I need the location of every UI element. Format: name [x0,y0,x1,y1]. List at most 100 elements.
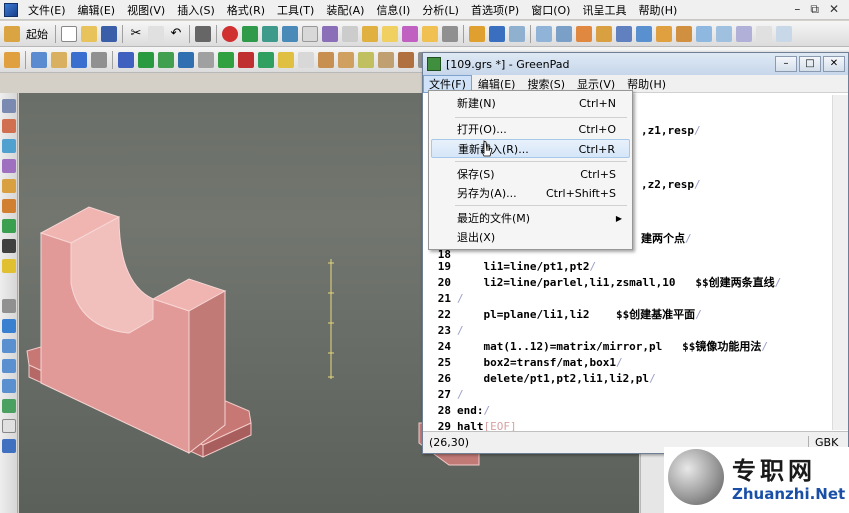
vertical-scrollbar[interactable] [832,95,848,430]
menu-edit[interactable]: 编辑(E) [72,2,122,18]
groove-icon[interactable] [258,51,274,68]
pattern-icon[interactable] [358,51,374,68]
restore-icon[interactable]: ⧉ [810,2,819,17]
part-nav-icon[interactable] [51,51,67,68]
section-icon[interactable] [676,25,692,42]
boss-icon[interactable] [198,51,214,68]
trim-icon[interactable] [398,51,414,68]
menu-item-save[interactable]: 保存(S) Ctrl+S [431,165,630,184]
refresh-icon[interactable] [2,399,16,413]
list-icon[interactable] [118,51,134,68]
pan-icon[interactable] [736,25,752,42]
menu-xuncheng-tools[interactable]: 讯呈工具 [576,2,632,18]
datum-icon[interactable] [2,219,16,233]
right-view-icon[interactable] [2,379,16,393]
menu-window[interactable]: 窗口(O) [525,2,576,18]
extrude-icon[interactable] [138,51,154,68]
sheet-icon[interactable] [2,419,16,433]
minimize-icon[interactable]: – [794,2,800,17]
hammer-icon[interactable] [2,239,16,253]
hole-icon[interactable] [178,51,194,68]
menu-format[interactable]: 格式(R) [221,2,271,18]
menu-assembly[interactable]: 装配(A) [320,2,370,18]
app-icon[interactable] [4,2,18,17]
maximize-icon[interactable]: □ [799,56,821,72]
menu-item-recent-files[interactable]: 最近的文件(M) ▶ [431,209,630,228]
light-icon[interactable] [576,25,592,42]
close-icon[interactable]: ✕ [823,56,845,72]
yellow-shape-icon[interactable] [362,25,378,42]
revolve-icon[interactable] [158,51,174,68]
shade-icon[interactable] [636,25,652,42]
menu-item-open[interactable]: 打开(O)... Ctrl+O [431,120,630,139]
warning-icon[interactable] [2,259,16,273]
menu-preferences[interactable]: 首选项(P) [465,2,525,18]
cut-icon[interactable]: ✂ [128,26,144,42]
grey-shape-icon[interactable] [342,25,358,42]
blend-icon[interactable] [298,51,314,68]
record-icon[interactable] [222,25,238,42]
blue-shape-icon[interactable] [282,25,298,42]
layer-icon[interactable] [31,51,47,68]
undo-icon[interactable]: ↶ [168,26,184,42]
cylinder-icon[interactable] [382,25,398,42]
menu-item-exit[interactable]: 退出(X) [431,228,630,247]
menu-item-new[interactable]: 新建(N) Ctrl+N [431,94,630,113]
start-icon[interactable] [4,25,20,42]
dropdown-icon[interactable] [91,51,107,68]
open-folder-icon[interactable] [81,25,97,42]
cone-icon[interactable] [442,25,458,42]
print-icon[interactable] [195,25,211,42]
cube-view-icon[interactable] [2,319,16,333]
draft-icon[interactable] [338,51,354,68]
block-icon[interactable] [2,179,16,193]
tool-icon[interactable] [422,25,438,42]
book-icon[interactable] [489,25,505,42]
fit-view-icon[interactable] [696,25,712,42]
top-view-icon[interactable] [2,359,16,373]
bulb-icon[interactable] [469,25,485,42]
green-shape-icon[interactable] [242,25,258,42]
slot-icon[interactable] [238,51,254,68]
menu-view[interactable]: 视图(V) [121,2,171,18]
fold-icon[interactable] [2,299,16,313]
save-icon[interactable] [101,25,117,42]
curve-icon[interactable] [2,119,16,133]
new-file-icon[interactable] [61,25,77,42]
view-icon[interactable] [536,25,552,42]
orient-icon[interactable] [756,25,772,42]
magenta-shape-icon[interactable] [402,25,418,42]
box-icon[interactable] [302,25,318,42]
menu-item-reload[interactable]: 重新载入(R)... Ctrl+R [431,139,630,158]
spline-icon[interactable] [2,159,16,173]
close-icon[interactable]: ✕ [829,2,839,17]
menu-insert[interactable]: 插入(S) [171,2,221,18]
greenpad-titlebar[interactable]: [109.grs *] - GreenPad – □ ✕ [423,53,848,75]
rotate-icon[interactable] [556,25,572,42]
teal-shape-icon[interactable] [262,25,278,42]
menu-help[interactable]: 帮助(H) [632,2,683,18]
shell-icon[interactable] [318,51,334,68]
front-view-icon[interactable] [2,339,16,353]
orange-cube-icon[interactable] [656,25,672,42]
grid-icon[interactable] [509,25,525,42]
feature-icon[interactable] [2,199,16,213]
minimize-icon[interactable]: – [775,56,797,72]
menu-file[interactable]: 文件(E) [22,2,72,18]
purple-shape-icon[interactable] [322,25,338,42]
blue-cube-icon[interactable] [616,25,632,42]
menu-analysis[interactable]: 分析(L) [416,2,465,18]
cube-icon[interactable] [596,25,612,42]
sketch-icon[interactable] [4,51,20,68]
menu-item-save-as[interactable]: 另存为(A)... Ctrl+Shift+S [431,184,630,203]
history-icon[interactable] [71,51,87,68]
zoom-icon[interactable] [716,25,732,42]
snap-icon[interactable] [776,25,792,42]
mirror-icon[interactable] [378,51,394,68]
copy-icon[interactable] [148,25,164,42]
chamfer-icon[interactable] [278,51,294,68]
pocket-icon[interactable] [218,51,234,68]
menu-tools[interactable]: 工具(T) [271,2,320,18]
surface-icon[interactable] [2,139,16,153]
menu-info[interactable]: 信息(I) [370,2,416,18]
